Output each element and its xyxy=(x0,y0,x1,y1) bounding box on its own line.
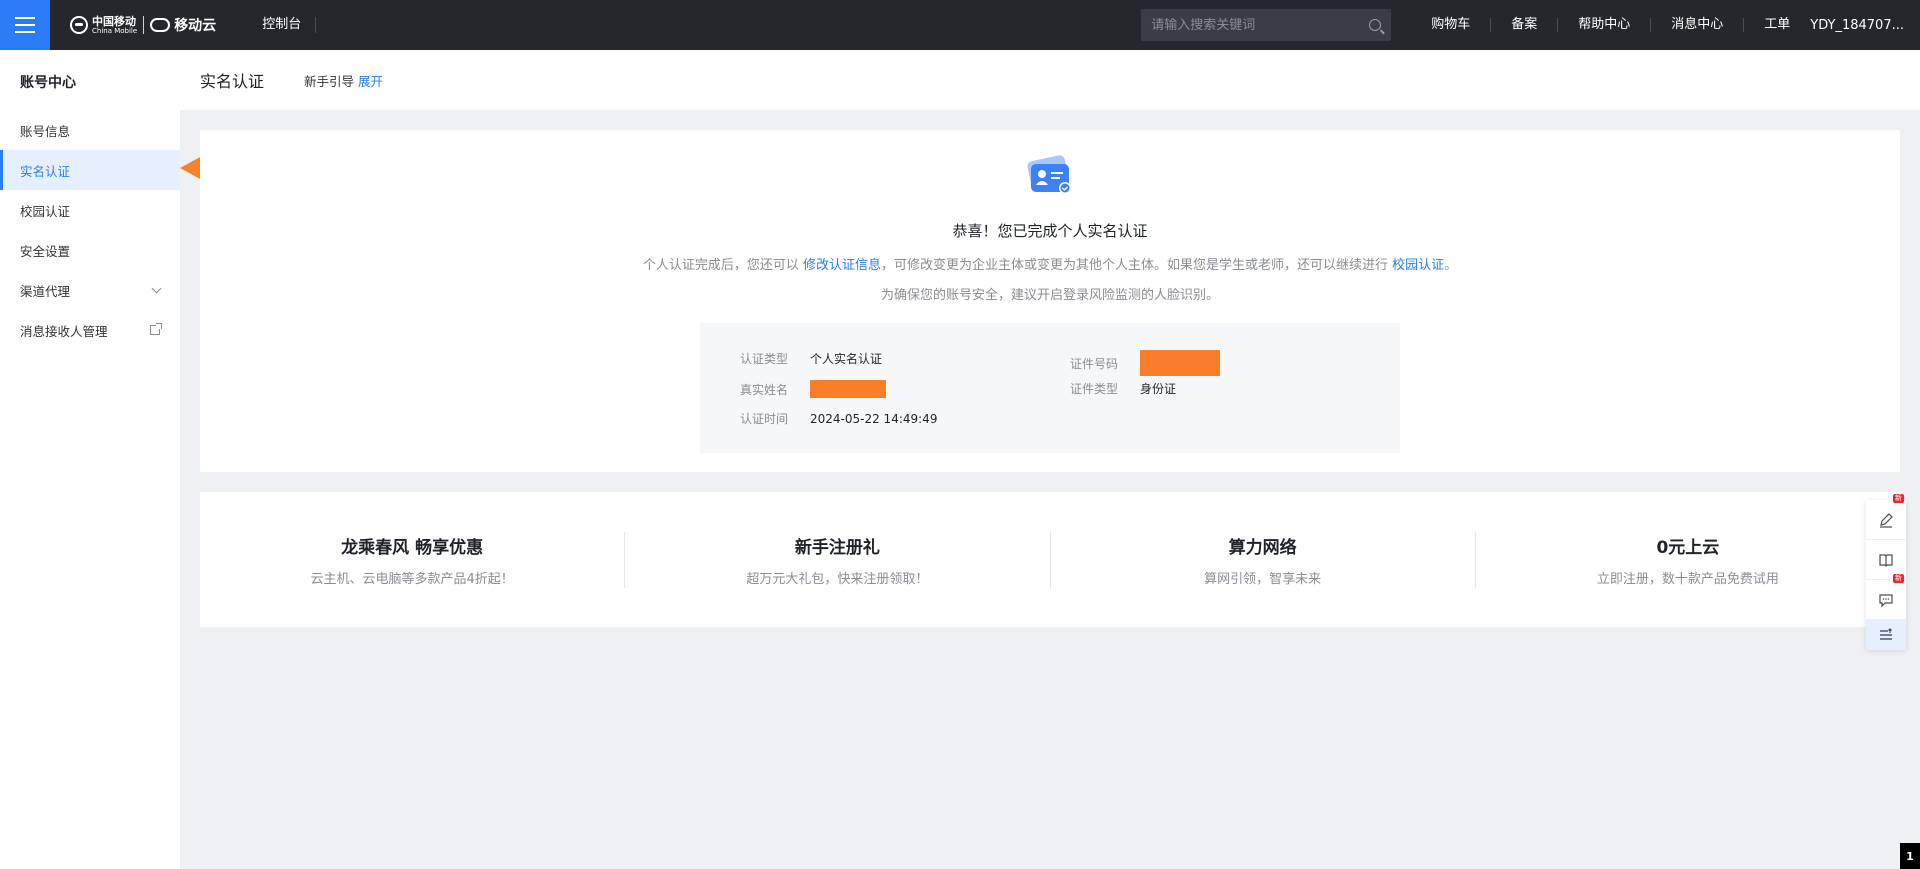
page-header: 实名认证 新手引导 展开 xyxy=(180,50,1920,110)
promo-spring-discount[interactable]: 龙乘春风 畅享优惠 云主机、云电脑等多款产品4折起！ xyxy=(200,531,626,588)
security-tip: 为确保您的账号安全，建议开启登录风险监测的人脸识别。 xyxy=(880,288,1219,303)
list-icon xyxy=(1880,628,1892,640)
search-input[interactable] xyxy=(1151,17,1370,33)
certification-card: 恭喜！您已完成个人实名认证 个人认证完成后，您还可以 修改认证信息，可修改变更为… xyxy=(200,130,1900,472)
search-box[interactable] xyxy=(1141,9,1392,41)
desc-text: ，可修改变更为企业主体或变更为其他个人主体。如果您是学生或老师，还可以继续进行 xyxy=(880,258,1388,273)
sidebar-item-label: 消息接收人管理 xyxy=(20,323,108,339)
certification-success-title: 恭喜！您已完成个人实名认证 xyxy=(952,222,1148,240)
certification-info-box: 认证类型 个人实名认证 真实姓名 认证时间 2024-05-22 14:49:4… xyxy=(700,323,1400,453)
info-label: 认证时间 xyxy=(740,412,789,426)
sidebar-title: 账号中心 xyxy=(20,75,76,91)
redacted-name xyxy=(810,380,886,398)
console-link[interactable]: 控制台 xyxy=(262,17,317,33)
china-mobile-logo-icon xyxy=(70,16,88,34)
cloud-icon xyxy=(150,18,171,32)
sidebar-item-message-recipient[interactable]: 消息接收人管理 xyxy=(0,310,180,350)
sidebar-item-campus-auth[interactable]: 校园认证 xyxy=(0,190,180,230)
external-link-icon xyxy=(150,323,162,335)
guide-expand-link[interactable]: 展开 xyxy=(358,74,383,89)
logo[interactable]: 中国移动 China Mobile 移动云 xyxy=(70,0,216,50)
edit-icon xyxy=(1880,512,1893,528)
promo-computing-network[interactable]: 算力网络 算网引领，智享未来 xyxy=(1051,531,1476,588)
filing-link[interactable]: 备案 xyxy=(1491,18,1559,32)
ecloud-logo: 移动云 xyxy=(150,15,216,35)
search-icon[interactable] xyxy=(1369,19,1382,31)
info-row-id-type: 证件类型 身份证 xyxy=(1070,380,1176,397)
feedback-button[interactable]: 新 xyxy=(1866,494,1906,540)
info-value: 2024-05-22 14:49:49 xyxy=(810,411,938,426)
hamburger-menu-button[interactable] xyxy=(0,0,50,50)
promo-subtitle: 算网引领，智享未来 xyxy=(1204,571,1322,587)
page-number: 1 xyxy=(1900,843,1920,869)
certification-description: 个人认证完成后，您还可以 修改认证信息，可修改变更为企业主体或变更为其他个人主体… xyxy=(200,254,1900,273)
promo-title: 新手注册礼 xyxy=(794,537,880,558)
campus-certification-link[interactable]: 校园认证 xyxy=(1392,258,1444,273)
sidebar-item-label: 渠道代理 xyxy=(20,283,71,299)
info-value: 身份证 xyxy=(1140,382,1177,396)
info-row-name: 真实姓名 xyxy=(740,380,886,398)
guide-label: 新手引导 xyxy=(304,73,355,89)
sidebar-item-label: 实名认证 xyxy=(20,163,71,179)
floating-toolbar: 新 新 xyxy=(1866,494,1906,650)
sidebar-item-label: 账号信息 xyxy=(20,123,71,139)
desc-text: 个人认证完成后，您还可以 xyxy=(642,258,799,273)
promo-subtitle: 云主机、云电脑等多款产品4折起！ xyxy=(310,571,514,587)
info-label: 真实姓名 xyxy=(740,382,789,397)
promo-free-cloud[interactable]: 0元上云 立即注册，数十款产品免费试用 xyxy=(1476,532,1900,588)
cart-link[interactable]: 购物车 xyxy=(1411,18,1492,32)
book-icon xyxy=(1879,553,1893,567)
china-mobile-logo: 中国移动 China Mobile xyxy=(70,16,137,35)
info-row-id-number: 证件号码 xyxy=(1070,350,1220,376)
promo-subtitle: 立即注册，数十款产品免费试用 xyxy=(1596,571,1779,587)
top-navigation-bar: 中国移动 China Mobile 移动云 控制台 购物车 备案 帮助中心 消息… xyxy=(0,0,1920,50)
sidebar: 账号中心 账号信息 实名认证 校园认证 安全设置 渠道代理 消息接收人管理 xyxy=(0,50,180,869)
info-row-type: 认证类型 个人实名认证 xyxy=(740,350,882,367)
sidebar-item-security-settings[interactable]: 安全设置 xyxy=(0,230,180,270)
chevron-down-icon xyxy=(151,283,162,293)
message-center-link[interactable]: 消息中心 xyxy=(1651,18,1745,32)
sidebar-item-label: 安全设置 xyxy=(20,243,71,259)
info-row-time: 认证时间 2024-05-22 14:49:49 xyxy=(740,410,937,427)
chat-icon xyxy=(1879,593,1893,607)
desc-text: 。 xyxy=(1444,258,1458,273)
modify-certification-link[interactable]: 修改认证信息 xyxy=(803,258,881,273)
user-account-menu[interactable]: YDY_184707... xyxy=(1810,18,1920,33)
beginner-guide: 新手引导 展开 xyxy=(304,71,383,90)
consult-button[interactable]: 新 xyxy=(1866,574,1906,620)
promo-title: 龙乘春风 畅享优惠 xyxy=(341,537,484,558)
collapse-toolbar-button[interactable] xyxy=(1866,620,1906,650)
info-value: 个人实名认证 xyxy=(810,352,883,366)
promotion-banner: 龙乘春风 畅享优惠 云主机、云电脑等多款产品4折起！ 新手注册礼 超万元大礼包，… xyxy=(200,492,1900,627)
new-badge: 新 xyxy=(1893,494,1904,503)
sidebar-item-account-info[interactable]: 账号信息 xyxy=(0,110,180,150)
info-label: 认证类型 xyxy=(740,352,789,366)
promo-title: 0元上云 xyxy=(1656,537,1720,558)
sidebar-item-channel-agent[interactable]: 渠道代理 xyxy=(0,270,180,310)
id-card-icon xyxy=(1027,155,1071,194)
redacted-id-number xyxy=(1140,350,1220,376)
info-label: 证件类型 xyxy=(1070,382,1119,396)
page-title: 实名认证 xyxy=(200,72,265,91)
help-center-link[interactable]: 帮助中心 xyxy=(1558,18,1652,32)
logo-yd-text: 移动云 xyxy=(174,18,217,34)
new-badge: 新 xyxy=(1893,574,1904,583)
info-label: 证件号码 xyxy=(1070,356,1119,371)
sidebar-item-label: 校园认证 xyxy=(20,203,71,219)
promo-new-user-gift[interactable]: 新手注册礼 超万元大礼包，快来注册领取！ xyxy=(625,531,1051,588)
logo-cm-text: 中国移动 xyxy=(92,14,136,28)
promo-subtitle: 超万元大礼包，快来注册领取！ xyxy=(746,571,929,587)
ticket-link[interactable]: 工单 xyxy=(1744,18,1810,32)
logo-cm-sub: China Mobile xyxy=(92,26,138,35)
sidebar-item-real-name-auth[interactable]: 实名认证 xyxy=(0,150,180,190)
promo-title: 算力网络 xyxy=(1228,537,1297,558)
logo-divider xyxy=(143,16,145,34)
